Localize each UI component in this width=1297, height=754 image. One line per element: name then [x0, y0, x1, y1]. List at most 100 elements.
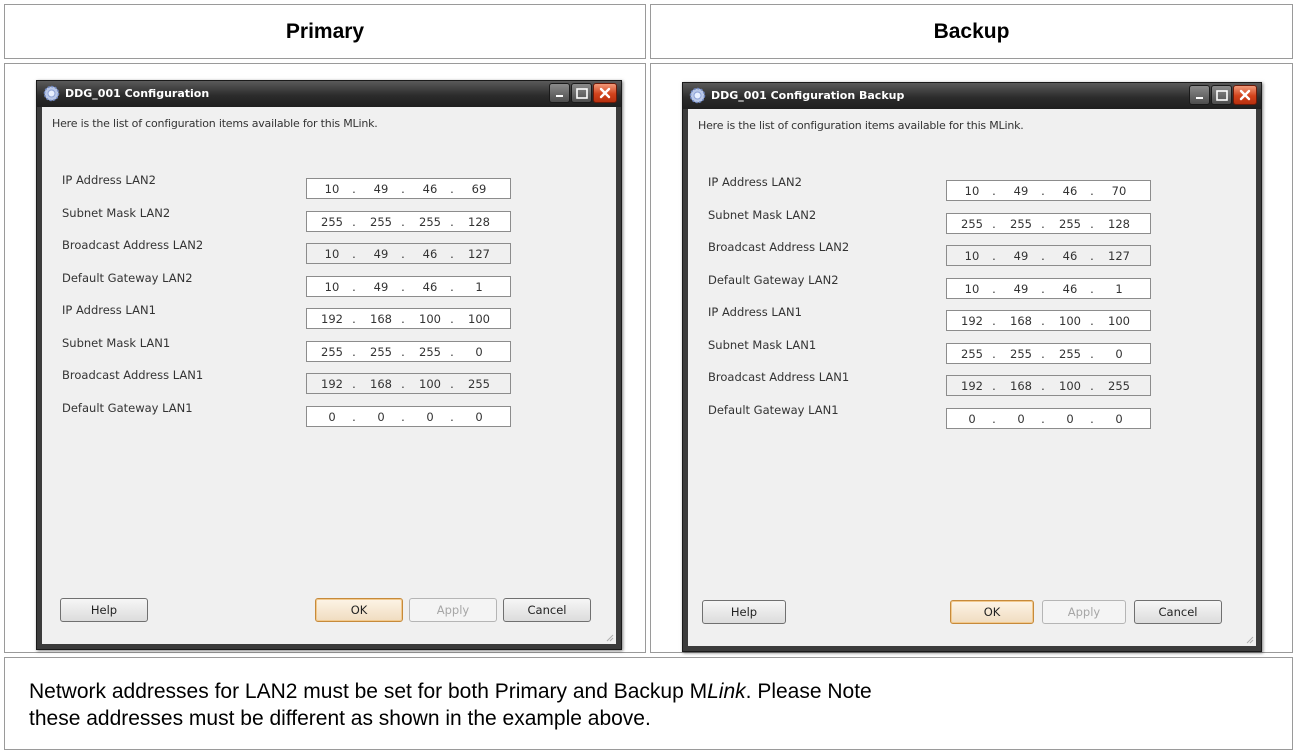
octet-separator: .: [450, 377, 454, 391]
octet-separator: .: [1041, 217, 1045, 231]
octet-separator: .: [992, 249, 996, 263]
octet-separator: .: [992, 184, 996, 198]
apply-button: Apply: [1042, 600, 1126, 624]
help-button[interactable]: Help: [702, 600, 786, 624]
octet-separator: .: [450, 312, 454, 326]
ip-octet: 192: [321, 377, 343, 391]
minimize-icon[interactable]: [1189, 85, 1210, 105]
ip-octet: 46: [1062, 249, 1078, 263]
ip-octet: 100: [1059, 314, 1081, 328]
octet-separator: .: [450, 215, 454, 229]
octet-separator: .: [992, 282, 996, 296]
ip-address-field[interactable]: 10. 49. 46. 69: [306, 178, 511, 199]
ip-octet: 255: [419, 345, 441, 359]
ip-octet: 46: [1062, 184, 1078, 198]
title-bar[interactable]: DDG_001 Configuration Backup: [683, 83, 1261, 109]
ip-address-field[interactable]: 0. 0. 0. 0: [306, 406, 511, 427]
octet-separator: .: [352, 345, 356, 359]
ip-octet: 49: [1013, 249, 1029, 263]
cancel-button[interactable]: Cancel: [503, 598, 591, 622]
note-suffix: . Please Note: [745, 680, 872, 703]
backup-config-window: DDG_001 Configuration Backup Here is the …: [682, 82, 1262, 652]
ip-octet: 168: [1010, 379, 1032, 393]
ip-address-field[interactable]: 10. 49. 46. 70: [946, 180, 1151, 201]
ip-address-field[interactable]: 0. 0. 0. 0: [946, 408, 1151, 429]
ip-octet: 255: [1108, 379, 1130, 393]
ip-octet: 49: [373, 280, 389, 294]
close-icon[interactable]: [593, 83, 617, 103]
title-bar[interactable]: DDG_001 Configuration: [37, 81, 621, 107]
ip-octet: 10: [324, 247, 340, 261]
octet-separator: .: [1090, 217, 1094, 231]
ip-octet: 49: [1013, 184, 1029, 198]
ip-octet: 100: [1108, 314, 1130, 328]
ip-address-field[interactable]: 255. 255. 255. 128: [306, 211, 511, 232]
octet-separator: .: [401, 410, 405, 424]
maximize-icon[interactable]: [571, 83, 592, 103]
ok-button[interactable]: OK: [950, 600, 1034, 624]
ip-octet: 255: [468, 377, 490, 391]
header-cell-primary: Primary: [4, 4, 646, 59]
octet-separator: .: [1090, 282, 1094, 296]
ip-octet: 192: [961, 314, 983, 328]
field-label: Broadcast Address LAN1: [62, 368, 204, 382]
ip-octet: 192: [961, 379, 983, 393]
octet-separator: .: [450, 345, 454, 359]
octet-separator: .: [1041, 379, 1045, 393]
field-label: Broadcast Address LAN2: [708, 240, 850, 254]
octet-separator: .: [1090, 412, 1094, 426]
field-label: Default Gateway LAN1: [62, 401, 193, 415]
resize-grip-icon[interactable]: [604, 632, 614, 642]
note-text: Network addresses for LAN2 must be set f…: [29, 678, 1292, 732]
window-controls: [1189, 85, 1257, 105]
ip-octet: 255: [1059, 217, 1081, 231]
ip-octet: 10: [964, 184, 980, 198]
header-primary: Primary: [285, 19, 365, 43]
ip-octet: 46: [1062, 282, 1078, 296]
ip-octet: 10: [964, 249, 980, 263]
ip-octet: 255: [370, 215, 392, 229]
octet-separator: .: [1041, 184, 1045, 198]
ip-octet: 0: [475, 410, 483, 424]
ip-octet: 100: [419, 312, 441, 326]
ip-octet: 46: [422, 280, 438, 294]
octet-separator: .: [352, 312, 356, 326]
octet-separator: .: [992, 412, 996, 426]
window-title: DDG_001 Configuration: [65, 87, 210, 100]
ip-address-field[interactable]: 255. 255. 255. 128: [946, 213, 1151, 234]
ip-octet: 0: [1017, 412, 1025, 426]
ip-octet: 0: [1115, 412, 1123, 426]
octet-separator: .: [992, 379, 996, 393]
maximize-icon[interactable]: [1211, 85, 1232, 105]
field-label: IP Address LAN1: [708, 305, 802, 319]
cancel-button[interactable]: Cancel: [1134, 600, 1222, 624]
header-backup: Backup: [933, 19, 1010, 43]
ip-address-field[interactable]: 192. 168. 100. 100: [946, 310, 1151, 331]
ip-address-field[interactable]: 255. 255. 255. 0: [306, 341, 511, 362]
ip-address-field[interactable]: 255. 255. 255. 0: [946, 343, 1151, 364]
octet-separator: .: [401, 280, 405, 294]
ip-octet: 49: [373, 247, 389, 261]
minimize-icon[interactable]: [549, 83, 570, 103]
ip-octet: 46: [422, 247, 438, 261]
octet-separator: .: [1041, 249, 1045, 263]
octet-separator: .: [1041, 314, 1045, 328]
close-icon[interactable]: [1233, 85, 1257, 105]
ip-octet: 100: [419, 377, 441, 391]
ok-button[interactable]: OK: [315, 598, 403, 622]
ip-octet: 255: [1059, 347, 1081, 361]
octet-separator: .: [401, 215, 405, 229]
ip-address-field[interactable]: 192. 168. 100. 100: [306, 308, 511, 329]
resize-grip-icon[interactable]: [1244, 634, 1254, 644]
ip-octet: 0: [475, 345, 483, 359]
ip-octet: 100: [1059, 379, 1081, 393]
primary-config-window: DDG_001 Configuration Here is the list of…: [36, 80, 622, 650]
ip-address-field[interactable]: 10. 49. 46. 1: [306, 276, 511, 297]
octet-separator: .: [401, 345, 405, 359]
ip-octet: 255: [321, 345, 343, 359]
ip-octet: 100: [468, 312, 490, 326]
ip-octet: 255: [321, 215, 343, 229]
ip-address-field[interactable]: 10. 49. 46. 1: [946, 278, 1151, 299]
ip-address-readonly-field: 192. 168. 100. 255: [946, 375, 1151, 396]
help-button[interactable]: Help: [60, 598, 148, 622]
